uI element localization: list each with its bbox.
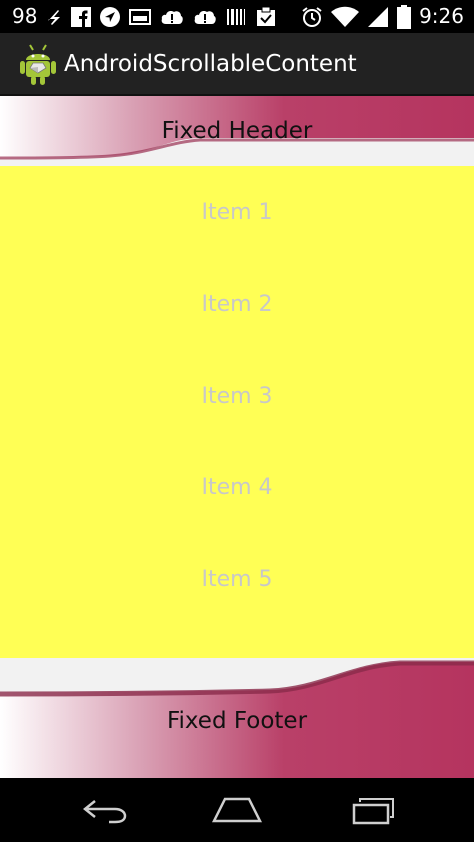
list-item[interactable]: Item 5 xyxy=(0,560,474,600)
list-item[interactable]: Item 1 xyxy=(0,193,474,233)
gallery-icon xyxy=(129,8,152,25)
back-icon xyxy=(82,800,127,824)
clock: 9:26 xyxy=(419,4,464,28)
fixed-footer: Fixed Footer xyxy=(0,658,474,778)
footer-label: Fixed Footer xyxy=(166,708,308,734)
back-button[interactable] xyxy=(75,790,135,830)
action-bar: AndroidScrollableContent xyxy=(0,33,474,96)
barcode-icon xyxy=(227,8,246,25)
home-icon xyxy=(211,797,263,823)
signal-icon xyxy=(368,6,389,27)
app-title: AndroidScrollableContent xyxy=(64,51,357,77)
wifi-icon xyxy=(331,6,360,27)
alert-icon xyxy=(162,10,184,24)
list-item[interactable]: Item 2 xyxy=(0,285,474,325)
list-item[interactable]: Item 4 xyxy=(0,468,474,508)
home-button[interactable] xyxy=(207,790,267,830)
list-item[interactable]: Item 3 xyxy=(0,377,474,417)
header-label: Fixed Header xyxy=(161,118,313,144)
status-notifications: 98 xyxy=(12,0,277,33)
recent-apps-button[interactable] xyxy=(340,790,400,830)
navigation-bar xyxy=(0,778,474,842)
navigation-icon xyxy=(100,6,121,27)
facebook-icon xyxy=(71,6,92,27)
alert-icon xyxy=(195,10,217,24)
arrow-icon xyxy=(48,9,61,25)
status-system: 9:26 xyxy=(301,0,464,33)
alarm-icon xyxy=(302,6,322,27)
status-bar: 98 9:26 xyxy=(0,0,474,33)
android-icon[interactable] xyxy=(18,42,58,86)
notification-count: 98 xyxy=(12,4,38,28)
fixed-header: Fixed Header xyxy=(0,96,474,166)
task-icon xyxy=(257,6,276,26)
scrollable-content[interactable]: Item 1 Item 2 Item 3 Item 4 Item 5 xyxy=(0,166,474,658)
battery-icon xyxy=(397,4,412,29)
recent-apps-icon xyxy=(352,798,394,825)
